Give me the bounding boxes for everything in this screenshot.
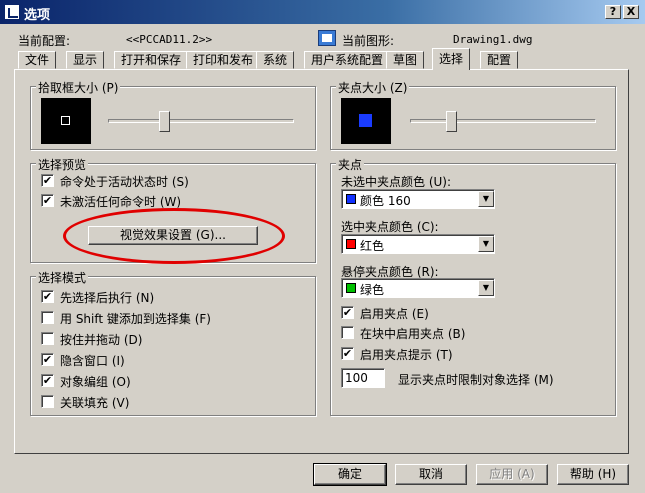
associative-hatch-checkbox[interactable] (41, 395, 54, 408)
color-swatch (346, 194, 356, 204)
object-grouping-label: 对象编组 (O) (60, 375, 131, 389)
implied-window-label: 隐含窗口 (I) (60, 354, 125, 368)
grip-limit-label: 显示夹点时限制对象选择 (M) (398, 373, 554, 387)
grip-size-slider-thumb[interactable] (445, 111, 457, 132)
ok-button[interactable]: 确定 (313, 463, 387, 486)
check-mark-icon: ✔ (42, 290, 53, 303)
unselected-grip-color-combo[interactable]: 颜色 160 ▼ (341, 189, 495, 209)
current-profile-value: <<PCCAD11.2>> (126, 33, 213, 46)
check-mark-icon: ✔ (42, 194, 53, 207)
color-swatch (346, 239, 356, 249)
tab-user-preferences[interactable]: 用户系统配置 (304, 51, 391, 69)
shift-add-label: 用 Shift 键添加到选择集 (F) (60, 312, 211, 326)
selected-grip-color-combo[interactable]: 红色 ▼ (341, 234, 495, 254)
grips-in-blocks-checkbox[interactable] (341, 326, 354, 339)
pickbox-slider-track[interactable] (108, 119, 294, 123)
current-profile-label: 当前配置: (18, 34, 71, 48)
pickbox-slider-thumb[interactable] (158, 111, 170, 132)
grips-title: 夹点 (336, 156, 365, 173)
pickbox-square-icon (61, 116, 70, 125)
window-title: 选项 (24, 8, 51, 23)
tab-drafting[interactable]: 草图 (386, 51, 425, 69)
drawing-icon (318, 30, 336, 46)
help-button[interactable]: 帮助 (H) (557, 464, 629, 485)
cancel-button[interactable]: 取消 (395, 464, 467, 485)
chevron-down-icon[interactable]: ▼ (478, 191, 494, 207)
apply-button[interactable]: 应用 (A) (476, 464, 548, 485)
grip-tips-label: 启用夹点提示 (T) (360, 348, 453, 362)
chevron-down-icon[interactable]: ▼ (478, 236, 494, 252)
press-drag-checkbox[interactable] (41, 332, 54, 345)
color-swatch (346, 283, 356, 293)
grip-size-title: 夹点大小 (Z) (336, 79, 410, 96)
check-mark-icon: ✔ (42, 353, 53, 366)
check-mark-icon: ✔ (342, 306, 353, 319)
selection-mode-title: 选择模式 (36, 269, 89, 286)
help-title-button[interactable]: ? (605, 5, 621, 19)
chevron-down-icon[interactable]: ▼ (478, 280, 494, 296)
no-command-checkbox[interactable]: ✔ (41, 194, 54, 207)
selected-grip-color-value: 红色 (360, 239, 385, 253)
annotation-circle (63, 208, 285, 264)
tab-system[interactable]: 系统 (256, 51, 295, 69)
tab-open-save[interactable]: 打开和保存 (114, 51, 189, 69)
pickbox-size-title: 拾取框大小 (P) (36, 79, 121, 96)
enable-grips-checkbox[interactable]: ✔ (341, 306, 354, 319)
active-command-checkbox[interactable]: ✔ (41, 174, 54, 187)
tab-files[interactable]: 文件 (18, 51, 57, 69)
active-command-label: 命令处于活动状态时 (S) (60, 175, 189, 189)
hover-grip-color-value: 绿色 (360, 283, 385, 297)
close-title-button[interactable]: X (623, 5, 639, 19)
grip-size-slider-track[interactable] (410, 119, 596, 123)
tab-display[interactable]: 显示 (66, 51, 105, 69)
unselected-grip-color-value: 颜色 160 (360, 194, 411, 208)
noun-verb-checkbox[interactable]: ✔ (41, 290, 54, 303)
selected-grip-color-label: 选中夹点颜色 (C): (341, 220, 439, 234)
current-drawing-label: 当前图形: (342, 34, 395, 48)
unselected-grip-color-label: 未选中夹点颜色 (U): (341, 175, 452, 189)
grip-tips-checkbox[interactable]: ✔ (341, 347, 354, 360)
noun-verb-label: 先选择后执行 (N) (60, 291, 155, 305)
implied-window-checkbox[interactable]: ✔ (41, 353, 54, 366)
shift-add-checkbox[interactable] (41, 311, 54, 324)
grips-in-blocks-label: 在块中启用夹点 (B) (360, 327, 466, 341)
grip-square-icon (359, 114, 372, 127)
press-drag-label: 按住并拖动 (D) (60, 333, 143, 347)
current-drawing-value: Drawing1.dwg (453, 33, 533, 46)
title-bar: 选项 ? X (0, 0, 645, 24)
hover-grip-color-combo[interactable]: 绿色 ▼ (341, 278, 495, 298)
tab-profiles[interactable]: 配置 (480, 51, 519, 69)
check-mark-icon: ✔ (342, 347, 353, 360)
grip-limit-input[interactable]: 100 (341, 368, 385, 388)
tab-selection[interactable]: 选择 (432, 48, 471, 70)
tab-plot-publish[interactable]: 打印和发布 (186, 51, 261, 69)
grip-size-preview (341, 98, 391, 144)
object-grouping-checkbox[interactable]: ✔ (41, 374, 54, 387)
pickbox-preview (41, 98, 91, 144)
associative-hatch-label: 关联填充 (V) (60, 396, 130, 410)
enable-grips-label: 启用夹点 (E) (360, 307, 429, 321)
selection-preview-title: 选择预览 (36, 156, 89, 173)
check-mark-icon: ✔ (42, 174, 53, 187)
app-icon (4, 4, 20, 20)
check-mark-icon: ✔ (42, 374, 53, 387)
